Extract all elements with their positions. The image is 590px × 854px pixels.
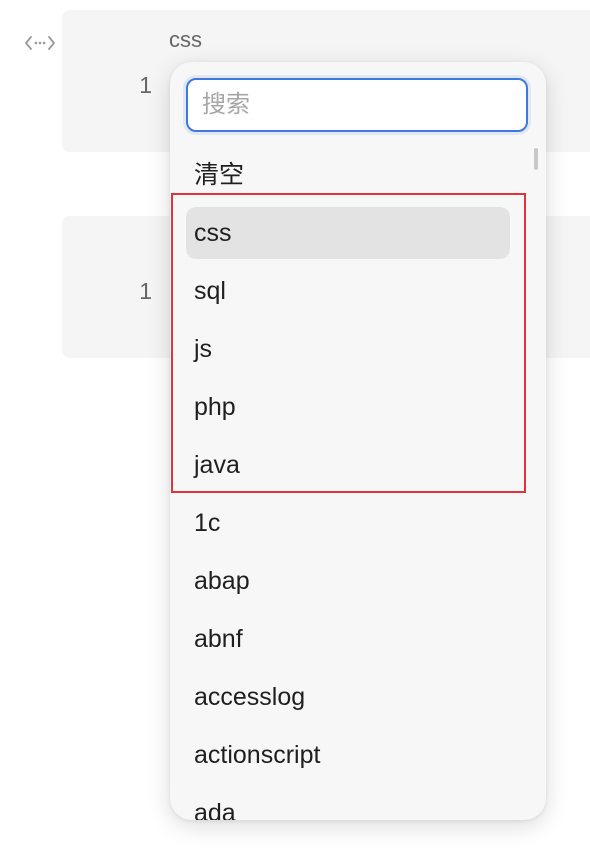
option-actionscript[interactable]: actionscript — [170, 726, 546, 784]
option-ada[interactable]: ada — [170, 784, 546, 820]
option-1c[interactable]: 1c — [170, 494, 546, 552]
option-label: abnf — [194, 625, 243, 653]
option-label: actionscript — [194, 741, 321, 769]
option-label: js — [194, 335, 213, 363]
search-input[interactable] — [186, 78, 528, 132]
option-abap[interactable]: abap — [170, 552, 546, 610]
language-label[interactable]: css — [169, 27, 202, 53]
code-icon[interactable] — [24, 34, 56, 52]
option-label: ada — [194, 799, 236, 820]
option-label: php — [194, 393, 236, 421]
page: css 1 1 清空 css sql js php java 1c abap a… — [0, 0, 590, 854]
option-label: 1c — [194, 509, 221, 537]
line-number-2: 1 — [139, 278, 152, 304]
option-clear[interactable]: 清空 — [170, 146, 546, 204]
option-css[interactable]: css — [170, 204, 546, 262]
code-icon-svg — [25, 36, 55, 50]
option-label: 清空 — [194, 161, 245, 189]
option-label: accesslog — [194, 683, 306, 711]
line-number-1: 1 — [139, 72, 152, 98]
option-label: java — [194, 451, 240, 479]
option-label: css — [194, 219, 232, 247]
option-label: sql — [194, 277, 226, 305]
option-list: 清空 css sql js php java 1c abap abnf acce… — [170, 146, 546, 820]
option-label: abap — [194, 567, 250, 595]
option-sql[interactable]: sql — [170, 262, 546, 320]
option-php[interactable]: php — [170, 378, 546, 436]
option-java[interactable]: java — [170, 436, 546, 494]
option-js[interactable]: js — [170, 320, 546, 378]
option-abnf[interactable]: abnf — [170, 610, 546, 668]
option-accesslog[interactable]: accesslog — [170, 668, 546, 726]
language-dropdown: 清空 css sql js php java 1c abap abnf acce… — [170, 62, 546, 820]
